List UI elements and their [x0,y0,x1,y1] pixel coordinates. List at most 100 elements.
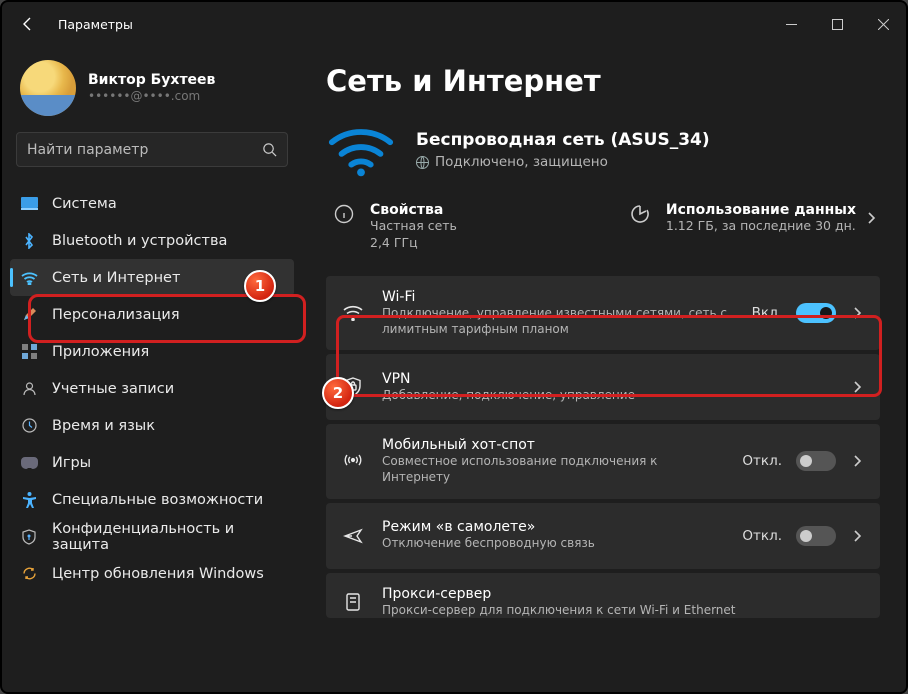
card-sub: Прокси-сервер для подключения к сети Wi-… [382,602,864,618]
properties-title: Свойства [370,202,457,218]
data-usage-block[interactable]: Использование данных 1.12 ГБ, за последн… [630,202,856,235]
connection-name: Беспроводная сеть (ASUS_34) [416,130,710,150]
toggle-state: Вкл. [752,305,782,321]
sidebar-item-label: Приложения [52,344,149,360]
sidebar-item-label: Конфиденциальность и защита [52,521,284,553]
data-usage-line: 1.12 ГБ, за последние 30 дн. [666,218,856,235]
wifi-toggle[interactable] [796,303,836,323]
properties-line2: 2,4 ГГц [370,235,457,252]
hotspot-toggle[interactable] [796,451,836,471]
chevron-right-icon [850,380,864,394]
airplane-toggle[interactable] [796,526,836,546]
card-title: Прокси-сервер [382,586,864,602]
sidebar: Виктор Бухтеев ••••••@••••.com Найти пар… [2,46,302,692]
sidebar-nav: Система Bluetooth и устройства Сеть и Ин… [2,185,302,592]
card-airplane[interactable]: Режим «в самолете» Отключение беспроводн… [326,503,880,569]
close-icon [878,19,889,30]
close-button[interactable] [860,2,906,46]
sidebar-item-network[interactable]: Сеть и Интернет [10,259,294,296]
sidebar-item-label: Игры [52,455,91,471]
back-button[interactable] [14,10,42,38]
toggle-state: Откл. [742,528,782,544]
wifi-icon [21,271,38,285]
sidebar-item-label: Специальные возможности [52,492,263,508]
main-panel: Сеть и Интернет Беспроводная сеть (ASUS_… [302,46,906,692]
gamepad-icon [21,457,38,469]
info-row: Свойства Частная сеть 2,4 ГГц Использова… [326,198,880,266]
wifi-large-icon [326,120,396,180]
profile-email: ••••••@••••.com [88,89,215,105]
sidebar-item-label: Система [52,196,117,212]
card-sub: Подключение, управление известными сетям… [382,305,734,337]
maximize-button[interactable] [814,2,860,46]
system-icon [21,197,38,210]
sidebar-item-gaming[interactable]: Игры [10,444,294,481]
sidebar-item-update[interactable]: Центр обновления Windows [10,555,294,592]
data-usage-icon [630,204,650,224]
shield-icon [22,529,36,545]
sidebar-item-bluetooth[interactable]: Bluetooth и устройства [10,222,294,259]
properties-block[interactable]: Свойства Частная сеть 2,4 ГГц [334,202,457,252]
brush-icon [21,307,37,323]
profile-block[interactable]: Виктор Бухтеев ••••••@••••.com [2,50,302,132]
sidebar-item-label: Учетные записи [52,381,174,397]
accessibility-icon [22,492,37,508]
page-title: Сеть и Интернет [326,64,880,98]
sidebar-item-personalization[interactable]: Персонализация [10,296,294,333]
connection-hero: Беспроводная сеть (ASUS_34) Подключено, … [326,120,880,180]
minimize-icon [786,19,797,30]
profile-name: Виктор Бухтеев [88,71,215,89]
sidebar-item-accounts[interactable]: Учетные записи [10,370,294,407]
globe-icon [416,156,429,169]
clock-icon [22,418,37,433]
titlebar: Параметры [2,2,906,46]
card-hotspot[interactable]: Мобильный хот-спот Совместное использова… [326,424,880,498]
sidebar-item-privacy[interactable]: Конфиденциальность и защита [10,518,294,555]
avatar [20,60,76,116]
card-proxy[interactable]: Прокси-сервер Прокси-сервер для подключе… [326,573,880,618]
chevron-right-icon [864,211,878,225]
sidebar-item-label: Центр обновления Windows [52,566,264,582]
card-sub: Совместное использование подключения к И… [382,453,724,485]
card-title: Мобильный хот-спот [382,437,724,453]
chevron-right-icon [850,529,864,543]
properties-line1: Частная сеть [370,218,457,235]
update-icon [22,566,37,581]
proxy-icon [344,593,362,611]
info-icon [334,204,354,224]
account-icon [22,381,37,396]
airplane-icon [343,527,363,545]
card-vpn[interactable]: VPN Добавление, подключение, управление [326,354,880,420]
card-title: Режим «в самолете» [382,519,724,535]
minimize-button[interactable] [768,2,814,46]
settings-window: Параметры Виктор Бухтеев ••••••@••••.com… [0,0,908,694]
card-title: Wi-Fi [382,289,734,305]
sidebar-item-label: Сеть и Интернет [52,270,180,286]
arrow-left-icon [20,16,36,32]
card-sub: Добавление, подключение, управление [382,387,832,403]
connection-status: Подключено, защищено [435,154,608,170]
apps-icon [22,344,37,359]
sidebar-item-time[interactable]: Время и язык [10,407,294,444]
sidebar-item-apps[interactable]: Приложения [10,333,294,370]
toggle-state: Откл. [742,453,782,469]
chevron-right-icon [850,454,864,468]
vpn-shield-icon [344,377,362,397]
data-usage-title: Использование данных [666,202,856,218]
search-input[interactable]: Найти параметр [16,132,288,167]
chevron-right-icon [850,306,864,320]
sidebar-item-label: Bluetooth и устройства [52,233,227,249]
window-title: Параметры [58,17,133,32]
sidebar-item-label: Персонализация [52,307,180,323]
card-wifi[interactable]: Wi-Fi Подключение, управление известными… [326,276,880,350]
card-title: VPN [382,371,832,387]
sidebar-item-accessibility[interactable]: Специальные возможности [10,481,294,518]
maximize-icon [832,19,843,30]
card-sub: Отключение беспроводную связь [382,535,724,551]
search-icon [262,142,277,157]
sidebar-item-label: Время и язык [52,418,155,434]
bluetooth-icon [22,233,36,249]
sidebar-item-system[interactable]: Система [10,185,294,222]
hotspot-icon [343,452,363,470]
wifi-icon [343,305,363,321]
